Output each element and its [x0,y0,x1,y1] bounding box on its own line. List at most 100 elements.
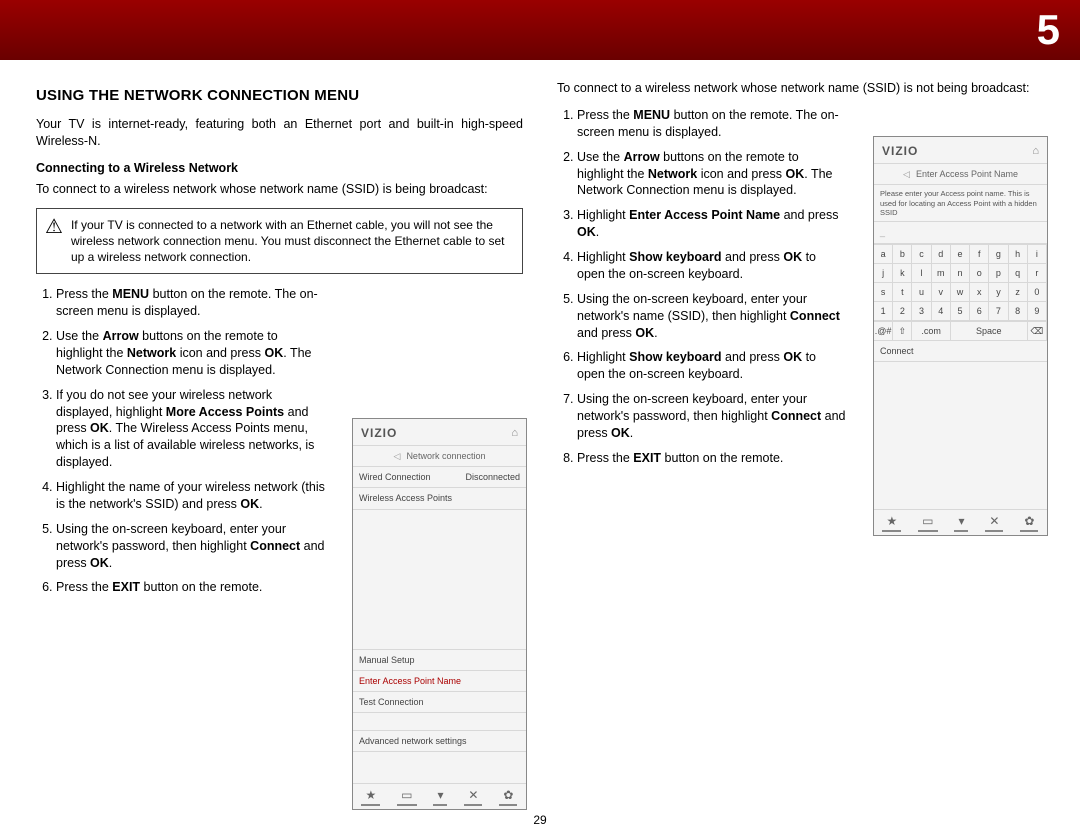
chapter-banner: 5 [0,0,1080,60]
spacer [353,510,526,650]
step-item: Use the Arrow buttons on the remote to h… [56,328,326,379]
home-icon: ⌂ [1032,144,1039,159]
footer-icon: ✿ [1020,513,1038,532]
kbd-key: a [874,245,893,264]
menu-row: Wireless Access Points [353,488,526,509]
footer-icon: ✕ [464,787,482,806]
kbd-key: v [932,283,951,302]
figure-title-row: ◁ Enter Access Point Name [874,164,1047,185]
kbd-key: i [1028,245,1047,264]
steps-list-1: Press the MENU button on the remote. The… [36,286,326,571]
kbd-key: h [1009,245,1028,264]
step-item: Using the on-screen keyboard, enter your… [577,391,847,442]
footer-icon: ▭ [918,513,937,532]
figure-header: VIZIO ⌂ [353,419,526,446]
page-content: USING THE NETWORK CONNECTION MENU Your T… [0,60,1080,604]
figure-title: Enter Access Point Name [916,168,1018,180]
spacer [353,713,526,731]
kbd-key: z [1009,283,1028,302]
kbd-key: 9 [1028,302,1047,321]
home-icon: ⌂ [511,426,518,441]
footer-icon: ★ [361,787,380,806]
subsection-title: Connecting to a Wireless Network [36,160,523,177]
input-row: _ [874,222,1047,243]
back-icon: ◁ [903,168,910,180]
kbd-key: u [912,283,931,302]
kbd-key: .@# [874,322,893,341]
step-item: Press the EXIT button on the remote. [577,450,847,467]
step-item: Use the Arrow buttons on the remote to h… [577,149,847,200]
kbd-key: d [932,245,951,264]
warning-text: If your TV is connected to a network wit… [71,217,512,266]
brand-logo: VIZIO [882,143,918,159]
footer-icon: ★ [882,513,901,532]
onscreen-keyboard: abcdefghijklmnopqrstuvwxyz0123456789 [874,244,1047,322]
connect-row: Connect [874,341,1047,362]
step-item: Highlight the name of your wireless netw… [56,479,326,513]
kbd-key: .com [912,322,950,341]
kbd-key: q [1009,264,1028,283]
step-item: Press the MENU button on the remote. The… [56,286,326,320]
kbd-key: 0 [1028,283,1047,302]
kbd-shift-icon: ⇧ [893,322,912,341]
kbd-key: 6 [970,302,989,321]
figure-title: Network connection [406,450,485,462]
kbd-key: 8 [1009,302,1028,321]
menu-row: Advanced network settings [353,731,526,752]
footer-icon: ▭ [397,787,416,806]
section-title: USING THE NETWORK CONNECTION MENU [36,86,523,106]
menu-row: Test Connection [353,692,526,713]
menu-row: Enter Access Point Name [353,671,526,692]
column-right: To connect to a wireless network whose n… [557,80,1044,604]
kbd-key: 4 [932,302,951,321]
footer-icon: ✿ [499,787,517,806]
kbd-key: r [1028,264,1047,283]
kbd-key: 5 [951,302,970,321]
step-item: Press the MENU button on the remote. The… [577,107,847,141]
kbd-key: 1 [874,302,893,321]
kbd-key: b [893,245,912,264]
kbd-key: 2 [893,302,912,321]
subsection-intro: To connect to a wireless network whose n… [36,181,523,198]
footer-icon: ▾ [433,787,447,806]
kbd-key: 3 [912,302,931,321]
kbd-key: y [989,283,1008,302]
page-number: 29 [0,812,1080,828]
menu-row: Manual Setup [353,650,526,671]
intro-paragraph: Your TV is internet-ready, featuring bot… [36,116,523,150]
back-icon: ◁ [394,450,401,462]
keyboard-bottom-row: .@# ⇧ .com Space ⌫ [874,321,1047,341]
figure-access-point: VIZIO ⌂ ◁ Enter Access Point Name Please… [873,136,1048,536]
kbd-key: x [970,283,989,302]
kbd-key: o [970,264,989,283]
kbd-space: Space [951,322,1028,341]
footer-icon: ✕ [985,513,1003,532]
kbd-key: s [874,283,893,302]
kbd-key: g [989,245,1008,264]
kbd-key: k [893,264,912,283]
step-item: Using the on-screen keyboard, enter your… [56,521,326,572]
warning-icon: ⚠ [45,217,63,266]
brand-logo: VIZIO [361,425,397,441]
figure-note: Please enter your Access point name. Thi… [874,185,1047,222]
intro-paragraph-2: To connect to a wireless network whose n… [557,80,1044,97]
kbd-key: j [874,264,893,283]
kbd-key: t [893,283,912,302]
kbd-key: w [951,283,970,302]
step-item: Highlight Show keyboard and press OK to … [577,249,847,283]
kbd-key: n [951,264,970,283]
figure-title-row: ◁ Network connection [353,446,526,467]
kbd-key: 7 [989,302,1008,321]
figure-footer: ★ ▭ ▾ ✕ ✿ [874,509,1047,535]
column-left: USING THE NETWORK CONNECTION MENU Your T… [36,80,523,604]
kbd-delete-icon: ⌫ [1028,322,1047,341]
step-item: Using the on-screen keyboard, enter your… [577,291,847,342]
chapter-number: 5 [1037,2,1060,59]
step-item: Highlight Show keyboard and press OK to … [577,349,847,383]
step-item: If you do not see your wireless network … [56,387,326,471]
kbd-key: e [951,245,970,264]
figure-network-menu: VIZIO ⌂ ◁ Network connection Wired Conne… [352,418,527,810]
warning-box: ⚠ If your TV is connected to a network w… [36,208,523,275]
steps-list-2: Press the MENU button on the remote. The… [557,107,847,467]
kbd-key: f [970,245,989,264]
